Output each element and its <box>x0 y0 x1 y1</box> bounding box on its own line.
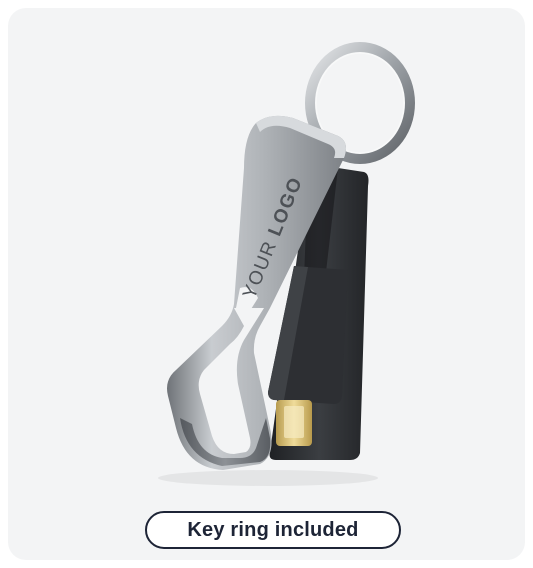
floor-shadow <box>158 470 378 486</box>
badge-label: Key ring included <box>187 518 359 541</box>
product-image: YOUR LOGO <box>158 42 415 486</box>
key-ring-included-badge: Key ring included <box>145 511 401 549</box>
product-card: YOUR LOGO Key ring included <box>8 8 525 560</box>
